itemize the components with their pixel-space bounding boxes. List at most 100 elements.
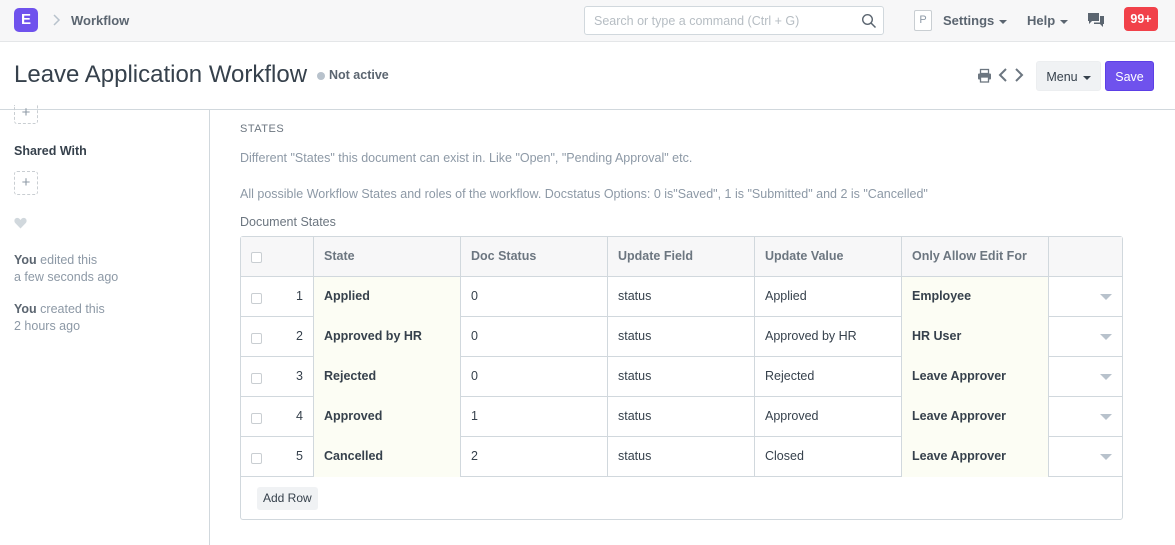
table-header-row: State Doc Status Update Field Update Val…: [241, 237, 1122, 277]
state-cell[interactable]: Applied: [314, 277, 461, 317]
allow-edit-for-cell[interactable]: Leave Approver: [902, 397, 1049, 437]
help-dropdown[interactable]: Help: [1027, 13, 1069, 28]
allow-edit-for-cell[interactable]: Employee: [902, 277, 1049, 317]
caret-down-icon[interactable]: [1100, 454, 1112, 460]
activity-action: edited this: [40, 253, 98, 267]
row-checkbox[interactable]: [251, 293, 262, 304]
row-select-cell: 1: [241, 277, 314, 317]
update-value-cell[interactable]: Approved by HR: [755, 317, 902, 357]
row-checkbox[interactable]: [251, 373, 262, 384]
doc-status-cell[interactable]: 1: [461, 397, 608, 437]
page-header: Leave Application Workflow Not active Me…: [0, 42, 1175, 110]
row-select-cell: 5: [241, 437, 314, 477]
activity-user: You: [14, 253, 37, 267]
search-bar[interactable]: [584, 6, 884, 35]
caret-down-icon[interactable]: [1100, 334, 1112, 340]
doc-status-cell[interactable]: 0: [461, 357, 608, 397]
update-field-cell[interactable]: status: [608, 437, 755, 477]
chevron-right-icon[interactable]: [1013, 67, 1025, 83]
column-header-update-value: Update Value: [755, 237, 902, 277]
activity-item: You created this 2 hours ago: [14, 301, 105, 335]
page-title: Leave Application Workflow: [14, 61, 308, 88]
section-title: STATES: [240, 123, 285, 135]
caret-down-icon[interactable]: [1100, 294, 1112, 300]
state-cell[interactable]: Approved: [314, 397, 461, 437]
row-select-cell: 4: [241, 397, 314, 437]
row-index: 2: [296, 329, 303, 343]
status-indicator: Not active: [329, 68, 389, 82]
table-row[interactable]: 5 Cancelled 2 status Closed Leave Approv…: [241, 437, 1122, 477]
caret-down-icon: [999, 19, 1008, 24]
save-button[interactable]: Save: [1105, 61, 1154, 91]
status-indicator-dot: [317, 72, 325, 80]
allow-edit-for-cell[interactable]: Leave Approver: [902, 437, 1049, 477]
doc-status-cell[interactable]: 0: [461, 277, 608, 317]
row-checkbox[interactable]: [251, 453, 262, 464]
user-avatar[interactable]: P: [914, 10, 932, 31]
activity-item: You edited this a few seconds ago: [14, 252, 118, 286]
app-logo[interactable]: E: [14, 8, 38, 32]
search-icon[interactable]: [861, 13, 877, 29]
select-all-checkbox[interactable]: [251, 252, 262, 263]
row-checkbox[interactable]: [251, 413, 262, 424]
column-header-allow-edit-for: Only Allow Edit For: [902, 237, 1049, 277]
allow-edit-for-cell[interactable]: HR User: [902, 317, 1049, 357]
table-row[interactable]: 1 Applied 0 status Applied Employee: [241, 277, 1122, 317]
update-value-cell[interactable]: Rejected: [755, 357, 902, 397]
search-input[interactable]: [594, 12, 854, 30]
add-row-button[interactable]: Add Row: [257, 487, 318, 510]
activity-time: a few seconds ago: [14, 270, 119, 284]
row-index: 4: [296, 409, 303, 423]
sidebar-divider: [209, 110, 210, 545]
update-field-cell[interactable]: status: [608, 317, 755, 357]
update-field-cell[interactable]: status: [608, 357, 755, 397]
table-row[interactable]: 2 Approved by HR 0 status Approved by HR…: [241, 317, 1122, 357]
chat-icon[interactable]: [1087, 12, 1105, 28]
state-cell[interactable]: Approved by HR: [314, 317, 461, 357]
row-checkbox[interactable]: [251, 333, 262, 344]
add-assignment-button[interactable]: +: [14, 105, 38, 124]
row-actions-cell: [1049, 317, 1122, 357]
table-label: Document States: [240, 215, 336, 229]
chevron-right-icon: [53, 14, 61, 26]
doc-status-cell[interactable]: 0: [461, 317, 608, 357]
notifications-badge[interactable]: 99+: [1124, 7, 1158, 31]
update-field-cell[interactable]: status: [608, 277, 755, 317]
caret-down-icon[interactable]: [1100, 374, 1112, 380]
breadcrumb-workflow[interactable]: Workflow: [71, 13, 129, 28]
heart-icon[interactable]: [14, 217, 27, 229]
activity-action: created this: [40, 302, 105, 316]
caret-down-icon: [1082, 75, 1091, 80]
print-icon[interactable]: [977, 68, 992, 83]
section-description: Different "States" this document can exi…: [240, 151, 693, 165]
update-value-cell[interactable]: Approved: [755, 397, 902, 437]
update-value-cell[interactable]: Applied: [755, 277, 902, 317]
column-header-state: State: [314, 237, 461, 277]
column-header-actions: [1049, 237, 1122, 277]
allow-edit-for-cell[interactable]: Leave Approver: [902, 357, 1049, 397]
settings-dropdown[interactable]: Settings: [943, 13, 1008, 28]
activity-user: You: [14, 302, 37, 316]
caret-down-icon: [1060, 19, 1069, 24]
select-all-cell: [241, 237, 314, 277]
add-share-button[interactable]: +: [14, 171, 38, 195]
document-states-table: State Doc Status Update Field Update Val…: [240, 236, 1123, 520]
state-cell[interactable]: Rejected: [314, 357, 461, 397]
menu-button[interactable]: Menu: [1036, 61, 1101, 91]
row-select-cell: 2: [241, 317, 314, 357]
caret-down-icon[interactable]: [1100, 414, 1112, 420]
menu-button-label: Menu: [1046, 70, 1078, 84]
activity-time: 2 hours ago: [14, 319, 81, 333]
row-actions-cell: [1049, 277, 1122, 317]
row-actions-cell: [1049, 437, 1122, 477]
row-actions-cell: [1049, 357, 1122, 397]
update-value-cell[interactable]: Closed: [755, 437, 902, 477]
doc-status-cell[interactable]: 2: [461, 437, 608, 477]
chevron-left-icon[interactable]: [997, 67, 1009, 83]
row-select-cell: 3: [241, 357, 314, 397]
state-cell[interactable]: Cancelled: [314, 437, 461, 477]
settings-label: Settings: [943, 13, 995, 28]
table-row[interactable]: 3 Rejected 0 status Rejected Leave Appro…: [241, 357, 1122, 397]
update-field-cell[interactable]: status: [608, 397, 755, 437]
table-row[interactable]: 4 Approved 1 status Approved Leave Appro…: [241, 397, 1122, 437]
